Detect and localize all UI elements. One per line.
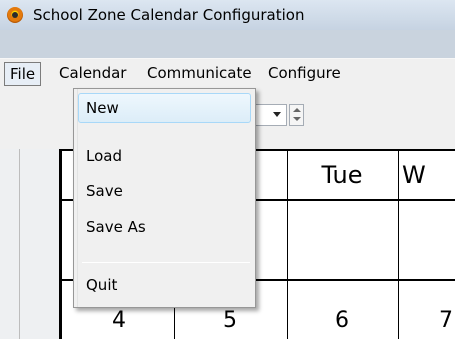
file-menu-dropdown: New Load Save Save As Quit	[73, 88, 256, 308]
day-cell-number[interactable]: 7	[398, 308, 455, 333]
menu-separator	[82, 262, 250, 263]
file-menu-save[interactable]: Save	[78, 176, 251, 206]
file-menu-new[interactable]: New	[78, 93, 251, 123]
column-header-wed: W	[402, 161, 426, 189]
file-menu-quit[interactable]: Quit	[78, 270, 251, 300]
day-cell-number[interactable]: 4	[64, 308, 174, 333]
menu-communicate[interactable]: Communicate	[142, 62, 257, 86]
day-cell-number[interactable]: 6	[287, 308, 397, 333]
column-header-tue: Tue	[321, 161, 363, 189]
spin-up-icon[interactable]	[293, 108, 301, 112]
window-title: School Zone Calendar Configuration	[33, 6, 305, 24]
app-logo-icon[interactable]	[7, 7, 23, 23]
menu-bar: File Calendar Communicate Configure	[0, 58, 455, 89]
file-menu-save-as[interactable]: Save As	[78, 212, 251, 242]
spin-down-icon[interactable]	[293, 117, 301, 121]
chevron-down-icon	[273, 112, 281, 117]
file-menu-load[interactable]: Load	[78, 141, 251, 171]
menu-file[interactable]: File	[4, 62, 42, 86]
spinner-control[interactable]	[289, 104, 304, 126]
row-gutter	[0, 149, 62, 339]
title-bar: School Zone Calendar Configuration	[0, 0, 455, 30]
day-cell-number[interactable]: 5	[175, 308, 285, 333]
menu-configure[interactable]: Configure	[263, 62, 346, 86]
menu-calendar[interactable]: Calendar	[54, 62, 131, 86]
